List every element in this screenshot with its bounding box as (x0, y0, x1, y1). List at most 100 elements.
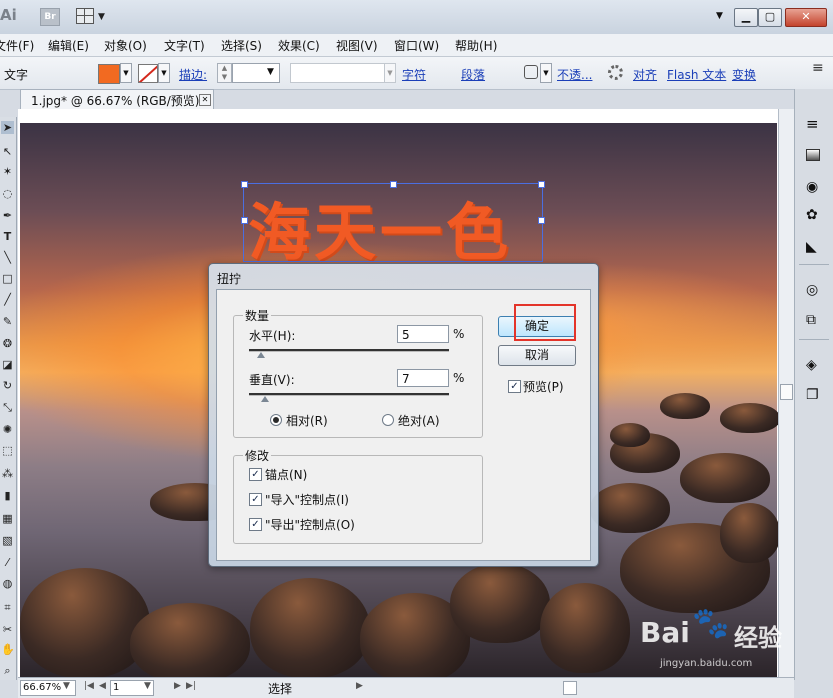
pencil-tool-icon[interactable]: ✎ (1, 315, 14, 328)
mesh-tool-icon[interactable]: ▦ (1, 512, 14, 525)
artboards-panel-icon[interactable]: ❐ (806, 387, 822, 403)
selection-tool-icon[interactable]: ➤ (1, 121, 14, 134)
anchor-points-checkbox[interactable]: ✓ (249, 468, 262, 481)
status-menu-arrow[interactable]: ▶ (356, 681, 363, 691)
last-artboard-button[interactable]: ▶| (186, 681, 196, 691)
menu-object[interactable]: 对象(O) (104, 37, 147, 54)
font-family-dropdown[interactable]: ▼ (384, 63, 396, 83)
graphic-style-dropdown[interactable]: ▼ (540, 63, 552, 83)
color-guide-icon[interactable]: ◎ (806, 282, 822, 298)
scrollbar-thumb[interactable] (780, 384, 793, 400)
out-control-points-checkbox[interactable]: ✓ (249, 518, 262, 531)
scissors-tool-icon[interactable]: ✂ (1, 623, 14, 636)
transform-link[interactable]: 变换 (732, 66, 756, 83)
gradient-tool-icon[interactable]: ▧ (1, 534, 14, 547)
swatches-panel-icon[interactable]: ≡ (806, 117, 822, 133)
fill-dropdown[interactable]: ▼ (120, 63, 132, 83)
resize-handle[interactable] (538, 217, 545, 224)
current-tool-status[interactable]: 选择 (268, 680, 292, 697)
first-artboard-button[interactable]: |◀ (84, 681, 94, 691)
horizontal-scroll-thumb[interactable] (563, 681, 577, 695)
preview-checkbox[interactable]: ✓ (508, 380, 521, 393)
close-window-button[interactable]: ✕ (785, 8, 827, 27)
symbol-sprayer-tool-icon[interactable]: ⁂ (1, 467, 14, 480)
maximize-button[interactable]: ▢ (758, 8, 782, 27)
dialog-title: 扭拧 (217, 272, 242, 286)
stroke-link[interactable]: 描边: (179, 66, 207, 83)
relative-radio[interactable] (270, 414, 282, 426)
bridge-button[interactable]: Br (40, 8, 60, 26)
free-transform-tool-icon[interactable]: ⬚ (1, 444, 14, 457)
vertical-amount-input[interactable]: 7 (397, 369, 449, 387)
menu-file[interactable]: 文件(F) (0, 37, 34, 54)
graph-tool-icon[interactable]: ▮ (1, 489, 14, 502)
resize-handle[interactable] (390, 181, 397, 188)
cancel-button[interactable]: 取消 (498, 345, 576, 366)
ok-button-highlight (514, 304, 576, 341)
scale-tool-icon[interactable]: ⤡ (1, 401, 14, 414)
stroke-dropdown[interactable]: ▼ (158, 63, 170, 83)
next-artboard-button[interactable]: ▶ (174, 681, 181, 691)
in-control-points-checkbox[interactable]: ✓ (249, 493, 262, 506)
line-tool-icon[interactable]: ╲ (1, 251, 14, 264)
magic-wand-tool-icon[interactable]: ✶ (1, 165, 14, 178)
layers-panel-icon[interactable]: ◈ (806, 357, 822, 373)
resize-handle[interactable] (538, 181, 545, 188)
document-tab[interactable]: 1.jpg* @ 66.67% (RGB/预览) ✕ (20, 89, 214, 110)
symbols-panel-icon[interactable]: ⧉ (806, 312, 822, 328)
stroke-panel-icon[interactable] (806, 149, 820, 161)
resize-handle[interactable] (241, 217, 248, 224)
slice-tool-icon[interactable]: ⌗ (1, 601, 14, 614)
pen-tool-icon[interactable]: ✒ (1, 209, 14, 222)
warp-tool-icon[interactable]: ✺ (1, 423, 14, 436)
lasso-tool-icon[interactable]: ◌ (1, 187, 14, 200)
stroke-weight-stepper[interactable]: ▲ ▼ (217, 63, 232, 83)
menu-edit[interactable]: 编辑(E) (48, 37, 89, 54)
menu-window[interactable]: 窗口(W) (394, 37, 439, 54)
font-family-field[interactable] (290, 63, 386, 83)
panel-menu-icon[interactable]: ≡ (812, 60, 824, 76)
horizontal-slider-thumb[interactable] (257, 352, 265, 358)
flash-text-link[interactable]: Flash 文本 (667, 66, 726, 83)
absolute-radio[interactable] (382, 414, 394, 426)
recolor-artwork-icon[interactable] (608, 65, 623, 80)
horizontal-slider[interactable] (249, 349, 449, 352)
rectangle-tool-icon[interactable]: □ (1, 272, 14, 285)
menu-select[interactable]: 选择(S) (221, 37, 262, 54)
paragraph-link[interactable]: 段落 (461, 66, 485, 83)
character-link[interactable]: 字符 (402, 66, 426, 83)
minimize-button[interactable]: ▁ (734, 8, 758, 27)
menu-view[interactable]: 视图(V) (336, 37, 378, 54)
brushes-panel-icon[interactable]: ✿ (806, 207, 822, 223)
stroke-color-swatch[interactable] (138, 64, 158, 83)
blob-brush-tool-icon[interactable]: ❂ (1, 337, 14, 350)
hand-tool-icon[interactable]: ✋ (1, 643, 15, 656)
zoom-tool-icon[interactable]: ⌕ (1, 664, 14, 677)
align-link[interactable]: 对齐 (633, 66, 657, 83)
selection-bounding-box[interactable] (241, 181, 545, 262)
type-tool-icon[interactable]: T (1, 230, 14, 243)
arrange-documents-button[interactable]: ▼ (76, 8, 108, 24)
gradient-panel-icon[interactable]: ◣ (806, 239, 822, 255)
paintbrush-tool-icon[interactable]: ╱ (1, 293, 14, 306)
baidu-jingyan-watermark: Bai 🐾 经验 jingyan.baidu.com (640, 600, 820, 670)
menu-type[interactable]: 文字(T) (164, 37, 205, 54)
menu-help[interactable]: 帮助(H) (455, 37, 497, 54)
menu-effect[interactable]: 效果(C) (278, 37, 320, 54)
resize-handle[interactable] (241, 181, 248, 188)
eraser-tool-icon[interactable]: ◪ (1, 358, 14, 371)
direct-selection-tool-icon[interactable]: ↖ (1, 145, 14, 158)
graphic-style-icon[interactable] (524, 65, 538, 79)
eyedropper-tool-icon[interactable]: ⁄ (1, 556, 14, 569)
opacity-link[interactable]: 不透... (557, 66, 592, 83)
appearance-panel-icon[interactable]: ◉ (806, 179, 822, 195)
close-icon[interactable]: ✕ (199, 94, 211, 106)
horizontal-amount-input[interactable]: 5 (397, 325, 449, 343)
prev-artboard-button[interactable]: ◀ (99, 681, 106, 691)
vertical-slider-thumb[interactable] (261, 396, 269, 402)
blend-tool-icon[interactable]: ◍ (1, 577, 14, 590)
fill-color-swatch[interactable] (98, 64, 120, 84)
workspace-dropdown[interactable]: ▼ (716, 11, 723, 21)
rotate-tool-icon[interactable]: ↻ (1, 379, 14, 392)
vertical-slider[interactable] (249, 393, 449, 396)
